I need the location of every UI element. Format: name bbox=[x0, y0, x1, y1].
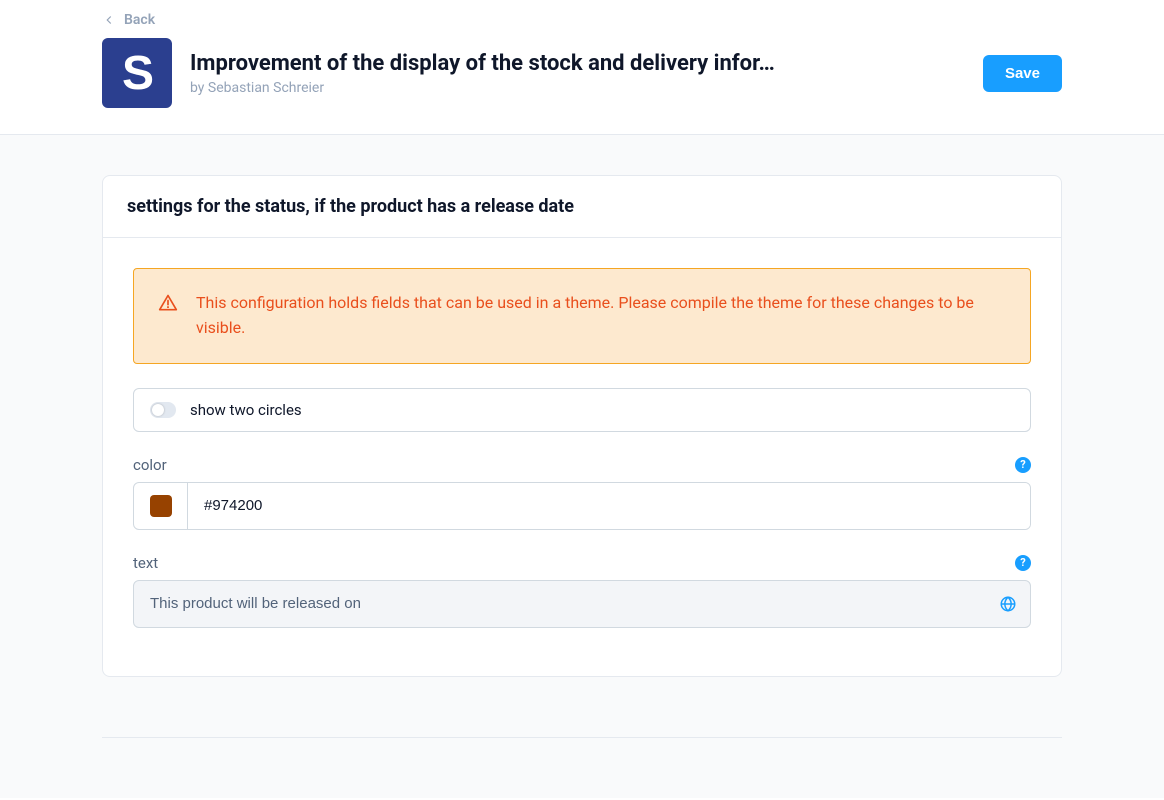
text-input[interactable] bbox=[134, 595, 1030, 612]
footer-divider bbox=[102, 737, 1062, 738]
author-name: Sebastian Schreier bbox=[208, 80, 324, 96]
back-link[interactable]: Back bbox=[102, 12, 155, 28]
byline: by Sebastian Schreier bbox=[190, 80, 775, 96]
theme-compile-alert: This configuration holds fields that can… bbox=[133, 268, 1031, 364]
app-logo: S bbox=[102, 38, 172, 108]
save-button[interactable]: Save bbox=[983, 55, 1062, 92]
color-swatch-button[interactable] bbox=[134, 483, 188, 529]
color-label: color bbox=[133, 456, 167, 474]
color-field: color ? bbox=[133, 456, 1031, 530]
warning-icon bbox=[158, 293, 178, 313]
back-label: Back bbox=[124, 12, 155, 28]
show-two-circles-row: show two circles bbox=[133, 388, 1031, 432]
page-title: Improvement of the display of the stock … bbox=[190, 51, 775, 76]
show-two-circles-label: show two circles bbox=[190, 401, 302, 419]
color-help-icon[interactable]: ? bbox=[1015, 457, 1031, 473]
color-input[interactable] bbox=[188, 483, 1030, 529]
color-swatch bbox=[150, 495, 172, 517]
show-two-circles-toggle[interactable] bbox=[150, 402, 176, 418]
text-field: text ? bbox=[133, 554, 1031, 628]
arrow-left-icon bbox=[102, 13, 116, 27]
byline-prefix: by bbox=[190, 80, 208, 96]
globe-icon bbox=[999, 595, 1017, 613]
alert-text: This configuration holds fields that can… bbox=[196, 291, 1006, 341]
card-header: settings for the status, if the product … bbox=[103, 176, 1061, 238]
app-logo-letter: S bbox=[122, 46, 152, 101]
localization-button[interactable] bbox=[996, 592, 1020, 616]
settings-card: settings for the status, if the product … bbox=[102, 175, 1062, 677]
text-label: text bbox=[133, 554, 158, 572]
text-help-icon[interactable]: ? bbox=[1015, 555, 1031, 571]
